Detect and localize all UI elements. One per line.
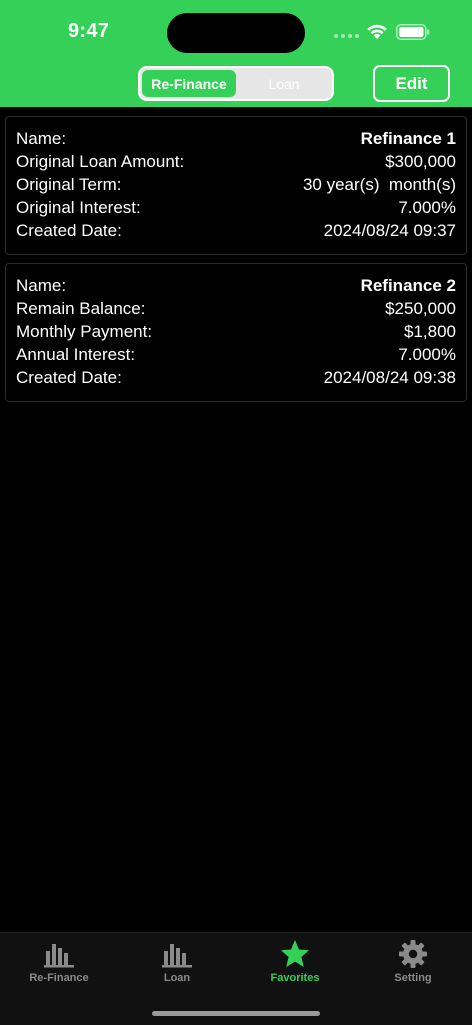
row-value: Refinance 1 — [360, 128, 456, 148]
tab-label: Re-Finance — [29, 972, 89, 984]
tab-loan[interactable]: Loan — [118, 933, 236, 993]
cellular-signal-icon — [334, 34, 360, 40]
row-label: Original Term: — [16, 174, 122, 194]
dynamic-island — [167, 13, 305, 53]
row-value: 2024/08/24 09:38 — [323, 367, 456, 387]
row-value: 2024/08/24 09:37 — [323, 220, 456, 240]
tab-label: Favorites — [270, 972, 320, 984]
tab-refinance[interactable]: Re-Finance — [0, 933, 118, 993]
row-value: $300,000 — [385, 151, 456, 171]
row-value: $250,000 — [385, 298, 456, 318]
wifi-icon — [367, 24, 387, 39]
home-indicator[interactable] — [152, 1011, 320, 1016]
row-value: $1,800 — [404, 321, 456, 341]
card-row-monthly-payment: Monthly Payment: $1,800 — [16, 320, 456, 343]
row-value: Refinance 2 — [360, 275, 456, 295]
tab-label: Setting — [394, 972, 432, 984]
card-row-name: Name: Refinance 1 — [16, 127, 456, 150]
segment-refinance[interactable]: Re-Finance — [142, 70, 236, 97]
tab-setting[interactable]: Setting — [354, 933, 472, 993]
bar-chart-icon — [162, 944, 192, 968]
card-row-annual-interest: Annual Interest: 7.000% — [16, 343, 456, 366]
tab-label: Loan — [163, 972, 191, 984]
gear-icon — [399, 940, 427, 968]
battery-icon — [396, 24, 430, 40]
row-label: Name: — [16, 275, 67, 295]
header-bar: 9:47 Re-Finance Loan Edit — [0, 0, 472, 107]
card-row-remain-balance: Remain Balance: $250,000 — [16, 297, 456, 320]
row-label: Monthly Payment: — [16, 321, 153, 341]
segment-loan[interactable]: Loan — [238, 70, 330, 97]
card-row-created-date: Created Date: 2024/08/24 09:38 — [16, 366, 456, 389]
edit-button[interactable]: Edit — [373, 65, 450, 102]
row-label: Original Loan Amount: — [16, 151, 185, 171]
bar-chart-icon — [44, 944, 74, 968]
row-label: Original Interest: — [16, 197, 141, 217]
row-value: 7.000% — [398, 344, 456, 364]
row-value: 7.000% — [398, 197, 456, 217]
card-row-original-term: Original Term: 30 year(s) month(s) — [16, 173, 456, 196]
card-row-original-interest: Original Interest: 7.000% — [16, 196, 456, 219]
row-label: Created Date: — [16, 367, 122, 387]
tab-bar: Re-Finance Loan Favorites Setting — [0, 932, 472, 1025]
tab-favorites[interactable]: Favorites — [236, 933, 354, 993]
row-value: 30 year(s) month(s) — [302, 174, 456, 194]
refinance-loan-segmented-control[interactable]: Re-Finance Loan — [138, 66, 334, 101]
row-label: Annual Interest: — [16, 344, 136, 364]
favorite-card[interactable]: Name: Refinance 2 Remain Balance: $250,0… — [5, 263, 467, 402]
favorite-card[interactable]: Name: Refinance 1 Original Loan Amount: … — [5, 116, 467, 255]
row-label: Name: — [16, 128, 67, 148]
card-row-name: Name: Refinance 2 — [16, 274, 456, 297]
status-time: 9:47 — [68, 20, 110, 42]
star-icon — [281, 940, 309, 967]
card-row-original-loan-amount: Original Loan Amount: $300,000 — [16, 150, 456, 173]
card-row-created-date: Created Date: 2024/08/24 09:37 — [16, 219, 456, 242]
row-label: Created Date: — [16, 220, 122, 240]
row-label: Remain Balance: — [16, 298, 146, 318]
